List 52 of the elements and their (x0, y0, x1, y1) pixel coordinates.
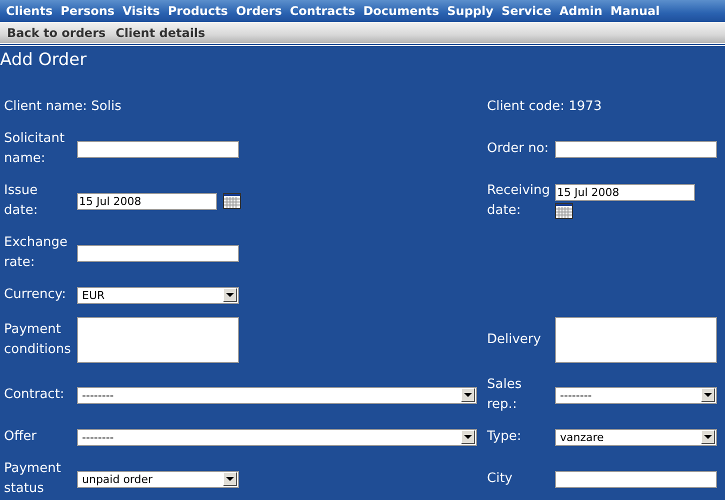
menu-item[interactable]: Documents (359, 4, 444, 18)
dropdown[interactable]: unpaid order (77, 470, 239, 488)
field-label: Offer (4, 428, 38, 446)
field-label: Sales rep.: (487, 376, 523, 414)
field-label: Receiving date: (487, 182, 552, 220)
field-label: Type: (487, 428, 522, 446)
text-field[interactable] (555, 140, 717, 158)
toolbar-link[interactable]: Client details (110, 26, 210, 40)
menu-item[interactable]: Visits (118, 4, 164, 18)
text-field[interactable] (555, 470, 717, 488)
text-field[interactable] (77, 140, 239, 158)
dropdown[interactable]: -------- (77, 386, 477, 404)
text-area[interactable] (77, 317, 239, 363)
field-label: Payment conditions (4, 321, 72, 359)
menu-item[interactable]: Manual (606, 4, 664, 18)
calendar-icon[interactable] (555, 202, 573, 218)
caret-icon (701, 388, 715, 402)
field-label: Exchange rate: (4, 234, 69, 272)
field-label: Contract: (4, 386, 66, 404)
text-area[interactable] (555, 317, 717, 363)
menu-item[interactable]: Contracts (286, 4, 360, 18)
date-field[interactable]: 15 Jul 2008 (77, 192, 217, 210)
field-label: Delivery (487, 331, 542, 349)
menu-item[interactable]: Clients (2, 4, 57, 18)
text-field[interactable] (77, 244, 239, 262)
dropdown[interactable]: -------- (77, 428, 477, 446)
caret-icon (223, 472, 237, 486)
field-label: Issue date: (4, 182, 39, 220)
menu-item[interactable]: Products (164, 4, 232, 18)
caret-icon (701, 430, 715, 444)
caret-icon (461, 388, 475, 402)
field-label: Solicitant name: (4, 130, 66, 168)
caret-icon (461, 430, 475, 444)
dropdown[interactable]: vanzare (555, 428, 717, 446)
menu-item[interactable]: Supply (443, 4, 498, 18)
toolbar-link[interactable]: Back to orders (2, 26, 111, 40)
field-label: Payment status (4, 460, 62, 498)
field-label: Order no: (487, 140, 550, 158)
menu-item[interactable]: Persons (56, 4, 119, 18)
menu-item[interactable]: Orders (232, 4, 286, 18)
calendar-icon[interactable] (223, 192, 241, 208)
menu-item[interactable]: Admin (555, 4, 606, 18)
dropdown[interactable]: EUR (77, 286, 239, 304)
menu-item[interactable]: Service (497, 4, 556, 18)
field-label: Currency: (4, 286, 68, 304)
dropdown[interactable]: -------- (555, 386, 717, 404)
info-text: Client code: 1973 (487, 98, 603, 116)
date-field[interactable]: 15 Jul 2008 (555, 184, 695, 200)
page-title: Add Order (0, 45, 725, 73)
caret-icon (223, 288, 237, 302)
field-label: City (487, 470, 514, 488)
info-text: Client name: Solis (4, 98, 122, 116)
